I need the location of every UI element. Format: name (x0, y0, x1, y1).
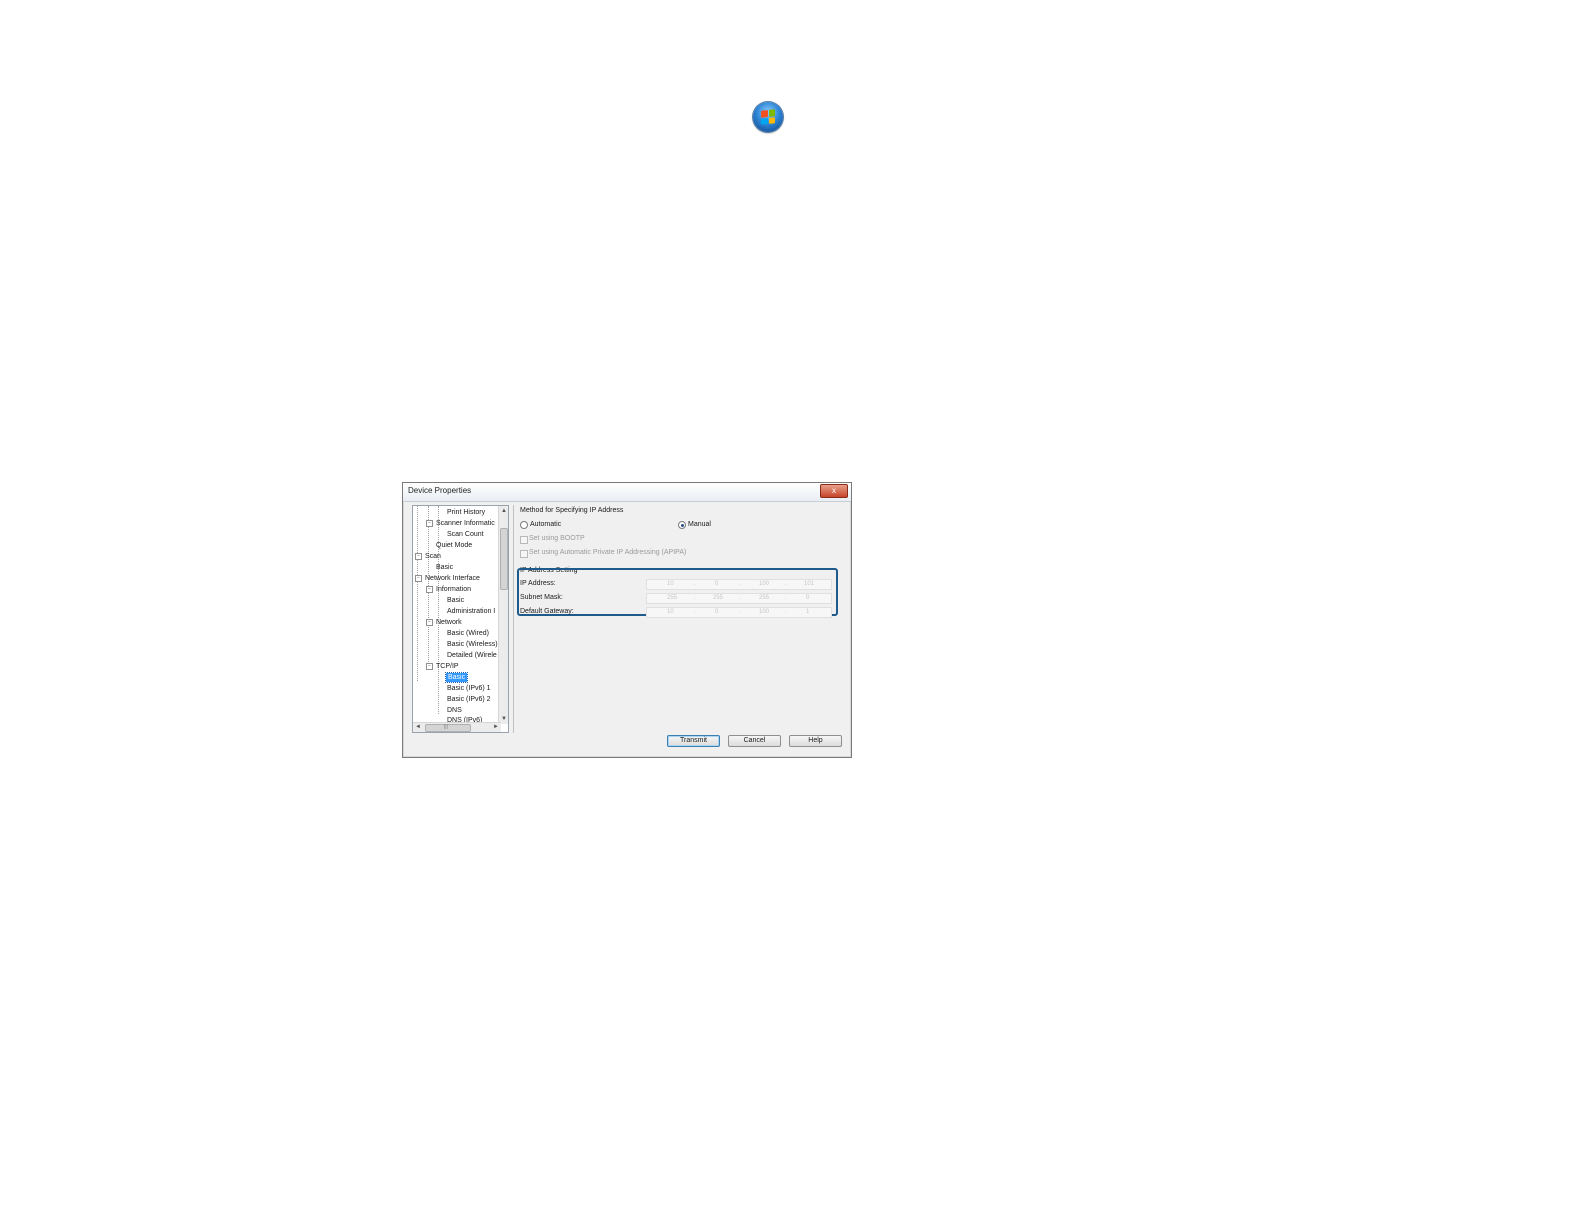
automatic-radio[interactable] (520, 521, 528, 529)
ip-octet: 100 (759, 581, 770, 587)
dialog-titlebar: Device Properties x (403, 483, 851, 502)
default-gateway-label: Default Gateway: (520, 608, 574, 615)
tree-connector (417, 506, 418, 681)
tree-collapse-icon[interactable]: − (426, 586, 433, 593)
manual-radio[interactable] (678, 521, 686, 529)
apipa-label: Set using Automatic Private IP Addressin… (529, 549, 687, 556)
tree-item-dns[interactable]: DNS (447, 706, 462, 715)
tree-item-scan[interactable]: Scan (425, 552, 441, 561)
settings-tree[interactable]: Print History − Scanner Informatic Scan … (412, 505, 509, 733)
scroll-up-icon[interactable]: ▲ (501, 508, 507, 514)
tree-collapse-icon[interactable]: − (426, 619, 433, 626)
dialog-title: Device Properties (408, 486, 472, 495)
ip-octet: 10 (667, 609, 674, 615)
tree-item-scan-count[interactable]: Scan Count (447, 530, 484, 539)
ip-octet: 0 (806, 595, 810, 601)
transmit-button[interactable]: Transmit (667, 735, 720, 747)
vertical-scroll-thumb[interactable] (500, 528, 508, 590)
help-button[interactable]: Help (789, 735, 842, 747)
bootp-label: Set using BOOTP (529, 535, 585, 542)
tree-item-network[interactable]: Network (436, 618, 462, 627)
tree-item-information[interactable]: Information (436, 585, 471, 594)
ip-octet: 10 (667, 581, 674, 587)
tree-item-scan-basic[interactable]: Basic (436, 563, 453, 572)
tree-item-basic-wired[interactable]: Basic (Wired) (447, 629, 489, 638)
scroll-grip-icon: ||| (444, 724, 448, 730)
tree-item-basic-ipv6-2[interactable]: Basic (IPv6) 2 (447, 695, 491, 704)
tree-collapse-icon[interactable]: − (415, 553, 422, 560)
manual-label[interactable]: Manual (688, 521, 711, 528)
horizontal-scroll-thumb[interactable]: ||| (425, 724, 471, 732)
tree-item-information-basic[interactable]: Basic (447, 596, 464, 605)
windows-flag-icon (761, 109, 775, 125)
tree-item-basic-ipv6-1[interactable]: Basic (IPv6) 1 (447, 684, 491, 693)
ip-octet: 0 (715, 581, 719, 587)
tree-collapse-icon[interactable]: − (426, 520, 433, 527)
page: Device Properties x Print History − Scan… (0, 0, 1584, 1224)
apipa-checkbox[interactable] (520, 550, 528, 558)
tree-item-basic-wireless[interactable]: Basic (Wireless) (447, 640, 498, 649)
ip-address-input[interactable]: 10 . 0 . 100 . 101 (646, 579, 832, 590)
automatic-label[interactable]: Automatic (530, 521, 561, 528)
device-properties-dialog: Device Properties x Print History − Scan… (402, 482, 852, 758)
tree-connector (438, 506, 439, 714)
tree-item-administration[interactable]: Administration I (447, 607, 495, 616)
tree-collapse-icon[interactable]: − (415, 575, 422, 582)
tree-item-scanner-information[interactable]: Scanner Informatic (436, 519, 495, 528)
ip-octet: 255 (667, 595, 678, 601)
windows-start-icon (753, 102, 783, 132)
tree-collapse-icon[interactable]: − (426, 663, 433, 670)
ip-octet: 1 (806, 609, 810, 615)
ip-octet: 100 (759, 609, 770, 615)
cancel-button[interactable]: Cancel (728, 735, 781, 747)
subnet-mask-label: Subnet Mask: (520, 594, 563, 601)
scroll-down-icon[interactable]: ▼ (501, 716, 507, 722)
close-button[interactable]: x (820, 484, 848, 498)
tree-item-tcpip-basic[interactable]: Basic (444, 672, 469, 683)
bootp-checkbox[interactable] (520, 536, 528, 544)
scroll-right-icon[interactable]: ► (493, 724, 499, 730)
tree-item-tcpip[interactable]: TCP/IP (436, 662, 459, 671)
ip-address-label: IP Address: (520, 580, 556, 587)
method-heading: Method for Specifying IP Address (520, 507, 624, 514)
subnet-mask-input[interactable]: 255 . 255 . 255 . 0 (646, 593, 832, 604)
ip-octet: 0 (715, 609, 719, 615)
scroll-left-icon[interactable]: ◄ (415, 724, 421, 730)
default-gateway-input[interactable]: 10 . 0 . 100 . 1 (646, 607, 832, 618)
tree-item-detailed-wireless[interactable]: Detailed (Wirele (447, 651, 497, 660)
ip-octet: 255 (759, 595, 770, 601)
tree-item-print-history[interactable]: Print History (447, 508, 485, 517)
tree-item-quiet-mode[interactable]: Quiet Mode (436, 541, 472, 550)
tree-item-network-interface[interactable]: Network Interface (425, 574, 480, 583)
tree-horizontal-scrollbar[interactable]: ◄ ||| ► (413, 722, 501, 732)
ip-octet: 101 (804, 581, 815, 587)
panel-divider (513, 505, 514, 733)
ip-octet: 255 (713, 595, 724, 601)
tree-vertical-scrollbar[interactable]: ▲ ▼ (498, 506, 508, 724)
